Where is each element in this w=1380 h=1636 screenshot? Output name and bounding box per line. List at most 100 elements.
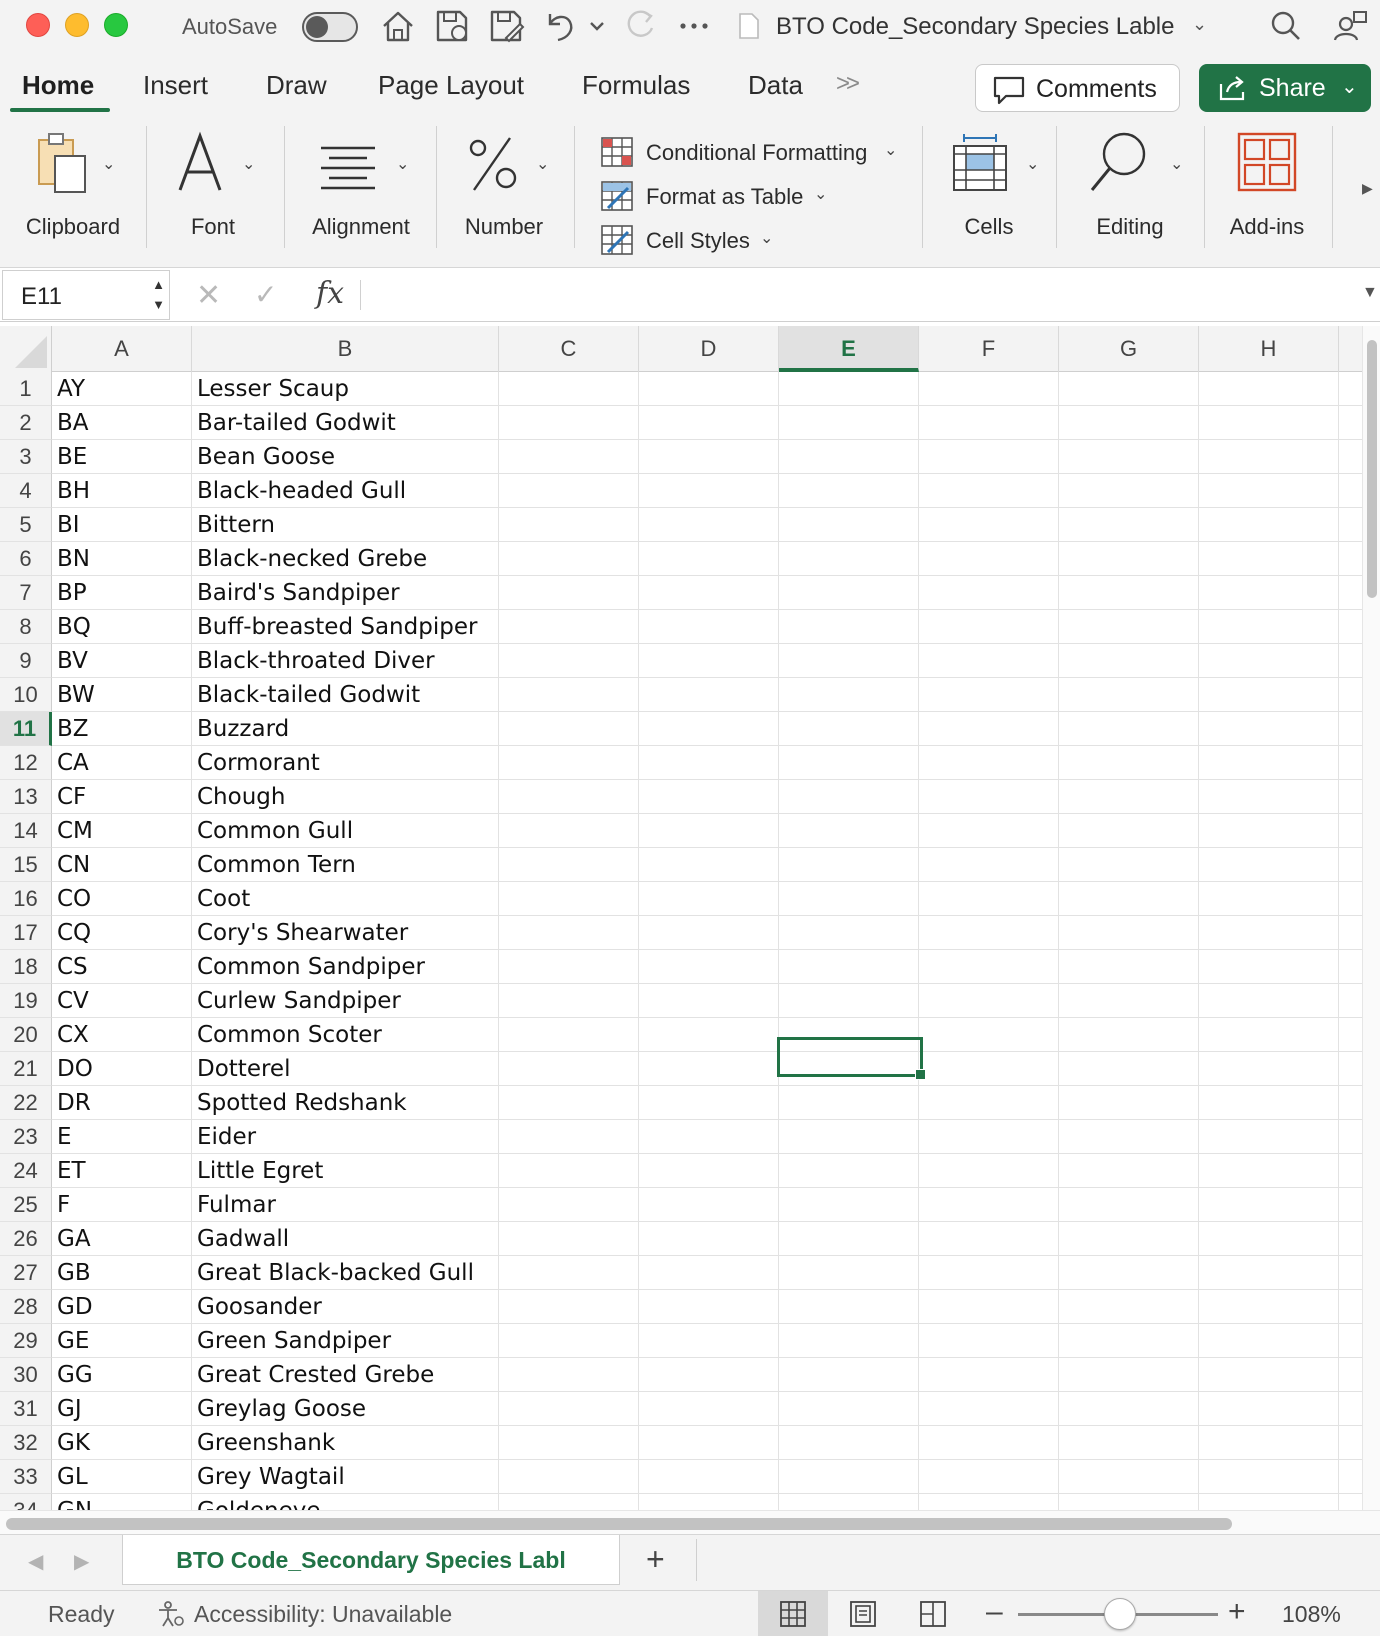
- cell-d[interactable]: [639, 1052, 779, 1086]
- tab-page-layout[interactable]: Page Layout: [378, 70, 524, 101]
- cell-h[interactable]: [1199, 1290, 1339, 1324]
- row-header[interactable]: 30: [0, 1358, 52, 1392]
- cell-a[interactable]: E: [52, 1120, 192, 1154]
- cell-b[interactable]: Coot: [192, 882, 499, 916]
- ribbon-scroll-right-icon[interactable]: ▶: [1362, 180, 1373, 197]
- add-sheet-button[interactable]: +: [646, 1541, 665, 1578]
- cell-a[interactable]: BA: [52, 406, 192, 440]
- cell-f[interactable]: [919, 1324, 1059, 1358]
- accessibility-status[interactable]: Accessibility: Unavailable: [194, 1601, 452, 1628]
- cell-d[interactable]: [639, 1188, 779, 1222]
- cell-c[interactable]: [499, 1426, 639, 1460]
- cell-h[interactable]: [1199, 780, 1339, 814]
- cell-g[interactable]: [1059, 372, 1199, 406]
- cell-d[interactable]: [639, 644, 779, 678]
- cell-h[interactable]: [1199, 1460, 1339, 1494]
- row-header[interactable]: 26: [0, 1222, 52, 1256]
- cell-h[interactable]: [1199, 678, 1339, 712]
- cell-f[interactable]: [919, 1222, 1059, 1256]
- cell-c[interactable]: [499, 678, 639, 712]
- cell-h[interactable]: [1199, 1188, 1339, 1222]
- cell-a[interactable]: GE: [52, 1324, 192, 1358]
- cell-c[interactable]: [499, 814, 639, 848]
- cell-g[interactable]: [1059, 950, 1199, 984]
- normal-view-button[interactable]: [758, 1591, 828, 1636]
- cell-g[interactable]: [1059, 984, 1199, 1018]
- cell-f[interactable]: [919, 746, 1059, 780]
- cell-c[interactable]: [499, 882, 639, 916]
- row-header[interactable]: 6: [0, 542, 52, 576]
- cell-e[interactable]: [779, 1460, 919, 1494]
- cell-a[interactable]: BV: [52, 644, 192, 678]
- cell-e[interactable]: [779, 950, 919, 984]
- cell-b[interactable]: Black-headed Gull: [192, 474, 499, 508]
- cell-g[interactable]: [1059, 1358, 1199, 1392]
- cell-b[interactable]: Eider: [192, 1120, 499, 1154]
- cell-b[interactable]: Goosander: [192, 1290, 499, 1324]
- row-header[interactable]: 9: [0, 644, 52, 678]
- cell-d[interactable]: [639, 678, 779, 712]
- enter-check-icon[interactable]: ✓: [254, 278, 277, 311]
- zoom-in-button[interactable]: +: [1228, 1595, 1246, 1629]
- cell-c[interactable]: [499, 780, 639, 814]
- cell-h[interactable]: [1199, 576, 1339, 610]
- cell-e[interactable]: [779, 1358, 919, 1392]
- cell-d[interactable]: [639, 814, 779, 848]
- cell-g[interactable]: [1059, 780, 1199, 814]
- worksheet-grid[interactable]: A B C D E F G H 1 AY Lesser Scaup 2 BA Bar-ta…: [0, 326, 1380, 1510]
- cell-a[interactable]: F: [52, 1188, 192, 1222]
- cell-d[interactable]: [639, 1120, 779, 1154]
- insert-function-icon[interactable]: fx: [316, 276, 344, 311]
- cell-g[interactable]: [1059, 1324, 1199, 1358]
- row-header[interactable]: 2: [0, 406, 52, 440]
- cell-d[interactable]: [639, 882, 779, 916]
- cell-g[interactable]: [1059, 678, 1199, 712]
- number-group[interactable]: ⌄ Number: [446, 128, 562, 258]
- cell-a[interactable]: CN: [52, 848, 192, 882]
- cell-d[interactable]: [639, 406, 779, 440]
- cell-b[interactable]: Curlew Sandpiper: [192, 984, 499, 1018]
- row-header[interactable]: 33: [0, 1460, 52, 1494]
- cell-e[interactable]: [779, 1290, 919, 1324]
- more-icon[interactable]: [674, 8, 714, 44]
- cell-b[interactable]: Common Sandpiper: [192, 950, 499, 984]
- cell-g[interactable]: [1059, 406, 1199, 440]
- tab-data[interactable]: Data: [748, 70, 803, 101]
- previous-sheet-icon[interactable]: ◀: [28, 1549, 43, 1574]
- column-header-f[interactable]: F: [919, 326, 1059, 372]
- conditional-formatting-dropdown-icon[interactable]: ⌄: [884, 140, 897, 160]
- share-people-icon[interactable]: [1330, 8, 1370, 44]
- row-header[interactable]: 14: [0, 814, 52, 848]
- cell-f[interactable]: [919, 1426, 1059, 1460]
- name-box-stepper-icon[interactable]: ▲ ▼: [152, 275, 165, 315]
- cell-a[interactable]: BQ: [52, 610, 192, 644]
- cell-d[interactable]: [639, 1018, 779, 1052]
- cell-g[interactable]: [1059, 1460, 1199, 1494]
- cell-f[interactable]: [919, 814, 1059, 848]
- cell-h[interactable]: [1199, 1324, 1339, 1358]
- row-header[interactable]: 7: [0, 576, 52, 610]
- cell-h[interactable]: [1199, 1222, 1339, 1256]
- cell-g[interactable]: [1059, 1222, 1199, 1256]
- zoom-level[interactable]: 108%: [1282, 1601, 1341, 1628]
- row-header[interactable]: 15: [0, 848, 52, 882]
- row-header[interactable]: 16: [0, 882, 52, 916]
- cell-c[interactable]: [499, 746, 639, 780]
- cell-e[interactable]: [779, 984, 919, 1018]
- row-header[interactable]: 31: [0, 1392, 52, 1426]
- horizontal-scrollbar[interactable]: [0, 1510, 1380, 1534]
- cell-e[interactable]: [779, 1188, 919, 1222]
- cell-f[interactable]: [919, 882, 1059, 916]
- clipboard-group[interactable]: ⌄ Clipboard: [14, 128, 132, 258]
- cell-h[interactable]: [1199, 610, 1339, 644]
- editing-group[interactable]: ⌄ Editing: [1066, 128, 1194, 258]
- cell-e[interactable]: [779, 542, 919, 576]
- row-header[interactable]: 18: [0, 950, 52, 984]
- cell-d[interactable]: [639, 440, 779, 474]
- cell-c[interactable]: [499, 1494, 639, 1510]
- cell-h[interactable]: [1199, 440, 1339, 474]
- cell-b[interactable]: Black-throated Diver: [192, 644, 499, 678]
- cell-a[interactable]: BP: [52, 576, 192, 610]
- column-header-b[interactable]: B: [192, 326, 499, 372]
- cell-b[interactable]: Little Egret: [192, 1154, 499, 1188]
